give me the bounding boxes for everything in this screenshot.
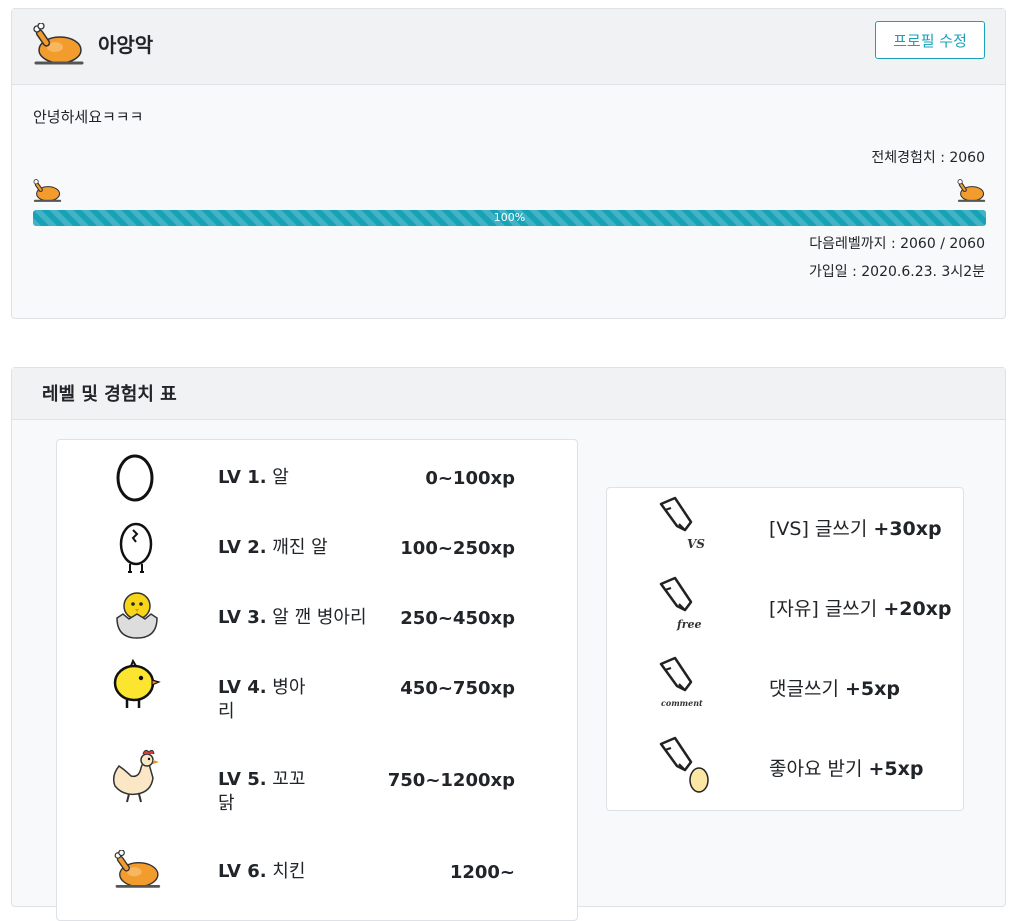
exp-progress-bar: 100% [33,210,986,226]
section-title: 레벨 및 경험치 표 [42,384,177,405]
pencil-comment-icon: comment [659,656,703,708]
pencil-egg-icon [659,736,709,793]
profile-name: 아앙악 [98,33,154,57]
svg-text:comment: comment [661,698,703,708]
egg-icon [116,454,154,502]
next-level-exp: 다음레벨까지 : 2060 / 2060 [809,236,985,252]
pencil-free-icon: free [659,576,702,631]
level-name: LV 2. 깨진 알 [218,537,328,558]
pencil-vs-icon: VS [659,496,705,551]
level-header: 레벨 및 경험치 표 [12,368,1005,420]
svg-text:VS: VS [687,537,705,551]
level-name: LV 5. 꼬꼬닭 [218,769,306,814]
level-xp: 100~250xp [400,538,515,559]
level-xp: 1200~ [449,862,515,883]
exp-action-table: VS [VS] 글쓰기 +30xp free [자유] 글쓰기 +20xp co… [606,487,964,811]
level-name: LV 6. 치킨 [218,861,306,882]
current-level-icon [33,179,62,202]
level-xp: 250~450xp [400,608,515,629]
roast-chicken-icon [33,23,84,65]
level-xp: 750~1200xp [387,770,515,791]
exp-action-label: [자유] 글쓰기 +20xp [769,598,952,620]
edit-profile-button[interactable]: 프로필 수정 [875,21,985,59]
roast-chicken-icon [114,850,161,888]
level-card: 레벨 및 경험치 표 LV 1. 알 0~100xp LV 2. 깨진 알 10… [11,367,1006,921]
level-name: LV 4. 병아리 [218,677,306,722]
exp-progress: 100% [33,210,986,226]
hatched-chick-icon [116,592,158,639]
hen-icon [112,749,159,803]
join-date: 가입일 : 2020.6.23. 3시2분 [809,264,985,280]
profile-bio: 안녕하세요ㅋㅋㅋ [33,108,144,126]
level-name: LV 1. 알 [218,467,289,488]
level-table: LV 1. 알 0~100xp LV 2. 깨진 알 100~250xp LV … [56,439,578,921]
exp-action-label: 좋아요 받기 +5xp [769,758,924,780]
next-level-icon [957,179,986,202]
cracked-egg-icon [119,522,153,573]
level-xp: 450~750xp [400,678,515,699]
profile-header: 아앙악 프로필 수정 [12,9,1005,85]
profile-card: 아앙악 프로필 수정 안녕하세요ㅋㅋㅋ 전체경험치 : 2060 100% 다음… [11,8,1006,319]
exp-action-label: [VS] 글쓰기 +30xp [769,518,942,540]
level-xp: 0~100xp [425,468,515,489]
exp-action-label: 댓글쓰기 +5xp [769,678,900,700]
chick-icon [113,658,161,708]
level-name: LV 3. 알 깬 병아리 [218,607,367,628]
svg-text:free: free [676,618,702,631]
total-exp: 전체경험치 : 2060 [871,150,985,166]
